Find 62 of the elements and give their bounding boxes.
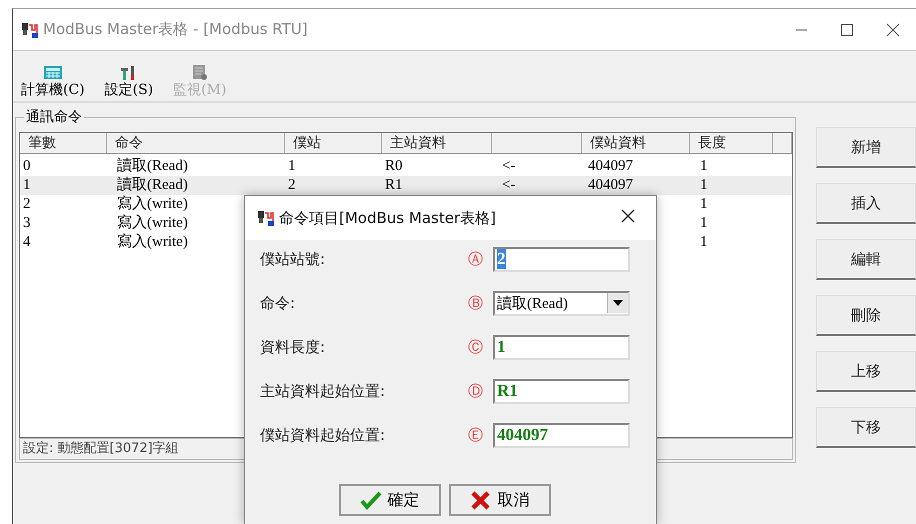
app-icon [257, 209, 275, 227]
marker-label: Ⓒ [468, 338, 484, 356]
table-cell: 404097 [588, 177, 633, 193]
marker-label: Ⓐ [468, 250, 484, 268]
column-header[interactable]: 僕站 [285, 133, 382, 153]
dialog-title: 命令項目[ModBus Master表格] [279, 208, 496, 228]
table-cell: 2 [23, 196, 30, 212]
app-icon [21, 20, 39, 38]
dropdown-arrow-icon [613, 300, 623, 306]
window-title: ModBus Master表格 - [Modbus RTU] [43, 20, 308, 39]
column-header[interactable]: 主站資料 [382, 133, 492, 153]
input-field[interactable]: 1 [493, 334, 630, 360]
marker-label: Ⓓ [468, 382, 484, 400]
side-button[interactable]: 插入 [816, 183, 916, 224]
table-cell: 3 [23, 215, 30, 231]
table-cell: 0 [23, 158, 30, 174]
table-cell: 1 [23, 177, 30, 193]
ok-button[interactable]: 確定 [338, 484, 440, 516]
side-button[interactable]: 刪除 [816, 295, 916, 336]
table-cell: <- [502, 158, 516, 174]
group-title: 通訊命令 [24, 108, 84, 126]
command-dropdown[interactable]: 讀取(Read) [493, 290, 630, 316]
table-cell: 404097 [588, 158, 633, 174]
field-label: 命令: [260, 294, 296, 312]
table-cell: 寫入(write) [117, 215, 188, 231]
input-field[interactable]: 2 [493, 246, 630, 272]
input-field[interactable]: 404097 [493, 422, 630, 448]
table-cell: 1 [700, 158, 708, 174]
table-cell: <- [502, 177, 516, 193]
table-cell: R0 [385, 158, 403, 174]
table-cell: 1 [700, 177, 708, 193]
table-cell: 讀取(Read) [117, 177, 188, 193]
side-button[interactable]: 下移 [816, 407, 916, 448]
field-label: 主站資料起始位置: [260, 382, 386, 400]
side-button[interactable]: 編輯 [816, 239, 916, 280]
side-button[interactable]: 新增 [816, 127, 916, 168]
toolbar-button[interactable]: 設定(S) [102, 64, 156, 101]
toolbar-button[interactable]: 計算機(C) [19, 64, 87, 101]
table-cell: 4 [23, 234, 30, 250]
check-icon [360, 490, 382, 510]
cancel-button[interactable]: 取消 [448, 484, 550, 516]
calculator-icon [42, 64, 63, 81]
table-cell: 1 [700, 234, 708, 250]
cross-icon [470, 490, 492, 510]
table-cell: 1 [288, 158, 296, 174]
table-cell: 讀取(Read) [117, 158, 188, 174]
table-cell: 1 [700, 196, 708, 212]
column-header[interactable]: 僕站資料 [582, 133, 690, 153]
table-cell: 寫入(write) [117, 234, 188, 250]
field-label: 僕站站號: [260, 250, 326, 268]
marker-label: Ⓑ [468, 294, 484, 312]
table-cell: R1 [385, 177, 403, 193]
table-cell: 2 [288, 177, 296, 193]
table-row[interactable]: 1 讀取(Read) 2 R1 <- 404097 1 [20, 176, 792, 195]
table-cell: 寫入(write) [117, 196, 188, 212]
field-label: 資料長度: [260, 338, 326, 356]
column-header[interactable]: 長度 [690, 133, 773, 153]
side-button[interactable]: 上移 [816, 351, 916, 392]
input-field[interactable]: R1 [493, 378, 630, 404]
column-header[interactable]: 命令 [107, 133, 285, 153]
column-header[interactable]: 筆數 [20, 133, 107, 153]
table-row[interactable]: 0 讀取(Read) 1 R0 <- 404097 1 [20, 157, 792, 176]
